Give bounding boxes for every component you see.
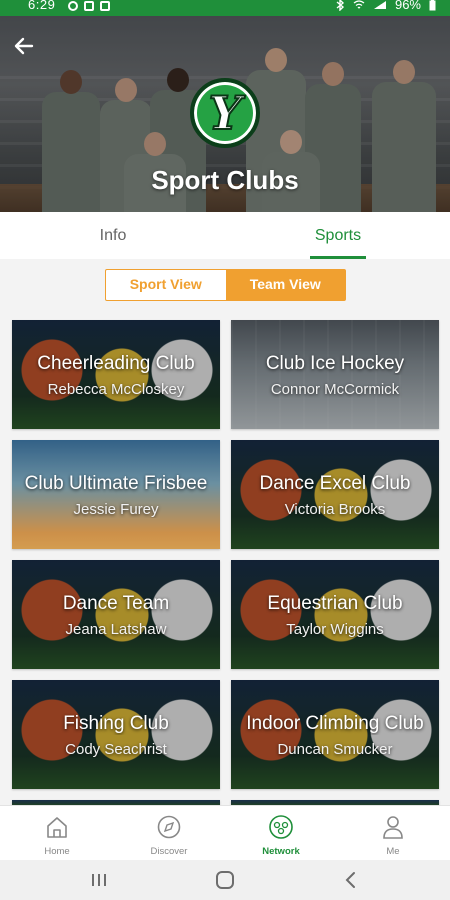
notification-icons bbox=[68, 1, 110, 11]
club-title: Cheerleading Club bbox=[37, 353, 195, 374]
signal-icon bbox=[373, 0, 386, 9]
club-card[interactable]: Dance Team Jeana Latshaw bbox=[12, 560, 220, 669]
recent-apps-icon bbox=[92, 874, 106, 886]
arrow-left-icon bbox=[14, 37, 34, 55]
club-contact: Taylor Wiggins bbox=[286, 621, 384, 638]
club-card[interactable]: Cheerleading Club Rebecca McCloskey bbox=[12, 320, 220, 429]
bottom-nav: Home Discover Network Me bbox=[0, 805, 450, 860]
bluetooth-icon bbox=[336, 0, 345, 11]
club-contact: Cody Seachrist bbox=[65, 741, 167, 758]
tab-bar: Info Sports bbox=[0, 212, 450, 259]
system-nav-bar bbox=[0, 860, 450, 900]
club-card[interactable]: Fishing Club Cody Seachrist bbox=[12, 680, 220, 789]
club-contact: Duncan Smucker bbox=[277, 741, 393, 758]
app-notification-icon bbox=[84, 1, 94, 11]
logo-letter: Y bbox=[208, 86, 243, 140]
image-notification-icon bbox=[100, 1, 110, 11]
battery-icon bbox=[429, 0, 436, 10]
club-card[interactable]: Indoor Climbing Club Duncan Smucker bbox=[231, 680, 439, 789]
club-card[interactable]: Club Ultimate Frisbee Jessie Furey bbox=[12, 440, 220, 549]
nav-me[interactable]: Me bbox=[348, 806, 438, 861]
club-contact: Jeana Latshaw bbox=[65, 621, 167, 638]
nav-discover-label: Discover bbox=[150, 846, 188, 857]
club-title: Indoor Climbing Club bbox=[246, 713, 424, 734]
club-card[interactable]: Equestrian Club Taylor Wiggins bbox=[231, 560, 439, 669]
club-title: Dance Team bbox=[62, 593, 170, 614]
wifi-icon bbox=[353, 0, 365, 8]
status-right: 96% bbox=[335, 0, 436, 12]
club-title: Club Ultimate Frisbee bbox=[24, 473, 208, 494]
nav-network-label: Network bbox=[262, 846, 300, 857]
sport-view-button[interactable]: Sport View bbox=[106, 270, 226, 300]
nav-discover[interactable]: Discover bbox=[124, 806, 214, 861]
tab-sports[interactable]: Sports bbox=[288, 212, 388, 259]
person-icon bbox=[383, 816, 403, 839]
view-toggle: Sport View Team View bbox=[105, 269, 346, 301]
page-title: Sport Clubs bbox=[151, 165, 299, 195]
recent-apps-button[interactable] bbox=[84, 868, 114, 892]
home-system-button[interactable] bbox=[210, 868, 240, 892]
back-system-button[interactable] bbox=[336, 868, 366, 892]
network-icon bbox=[269, 815, 293, 839]
club-title: Dance Excel Club bbox=[259, 473, 411, 494]
compass-icon bbox=[157, 815, 181, 839]
hero-header: Y Sport Clubs bbox=[0, 16, 450, 212]
back-button[interactable] bbox=[12, 34, 40, 62]
app-screen: 6:29 96% Y Sport Clubs Info Sports Sport… bbox=[0, 0, 450, 900]
club-contact: Connor McCormick bbox=[270, 381, 400, 398]
nav-home-label: Home bbox=[44, 846, 70, 857]
nav-me-label: Me bbox=[386, 846, 400, 857]
nav-home[interactable]: Home bbox=[12, 806, 102, 861]
club-contact: Rebecca McCloskey bbox=[47, 381, 185, 398]
club-card[interactable]: Dance Excel Club Victoria Brooks bbox=[231, 440, 439, 549]
club-logo: Y bbox=[190, 78, 260, 148]
active-tab-indicator bbox=[310, 256, 366, 259]
play-notification-icon bbox=[68, 1, 78, 11]
chevron-left-icon bbox=[345, 872, 355, 888]
battery-percent: 96% bbox=[394, 0, 421, 12]
home-icon bbox=[47, 817, 67, 838]
club-card[interactable]: Club Ice Hockey Connor McCormick bbox=[231, 320, 439, 429]
tab-info[interactable]: Info bbox=[63, 212, 163, 259]
club-title: Club Ice Hockey bbox=[265, 353, 405, 374]
club-contact: Jessie Furey bbox=[73, 501, 159, 518]
status-bar: 6:29 96% bbox=[0, 0, 450, 16]
status-time: 6:29 bbox=[28, 0, 56, 12]
club-contact: Victoria Brooks bbox=[284, 501, 386, 518]
nav-network[interactable]: Network bbox=[236, 806, 326, 861]
club-grid: Cheerleading Club Rebecca McCloskey Club… bbox=[0, 318, 450, 805]
club-title: Equestrian Club bbox=[267, 593, 403, 614]
home-circle-icon bbox=[216, 871, 234, 889]
club-title: Fishing Club bbox=[63, 713, 169, 734]
team-view-button[interactable]: Team View bbox=[225, 270, 345, 300]
